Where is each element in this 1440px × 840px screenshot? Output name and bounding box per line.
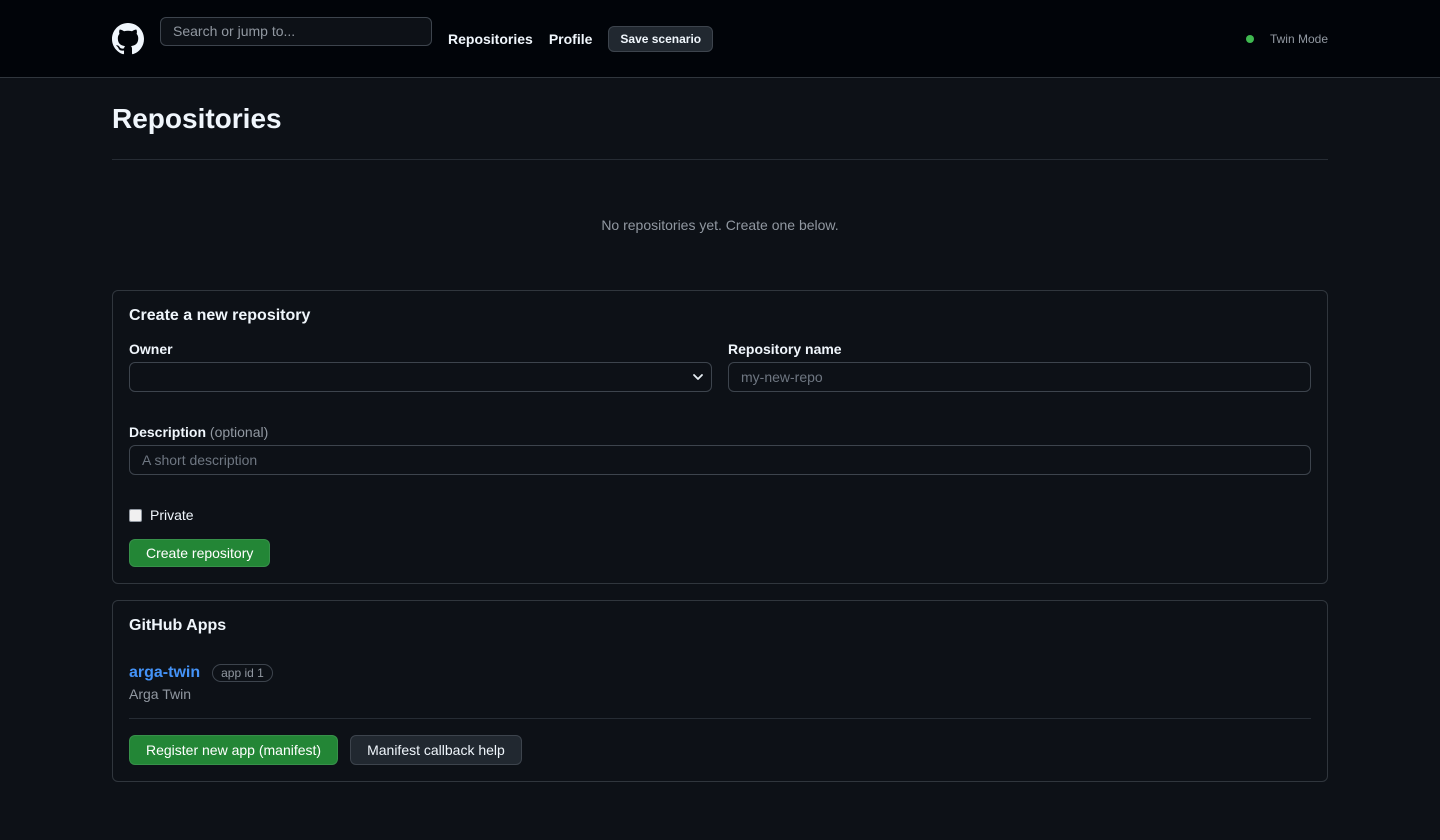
owner-column: Owner — [129, 341, 712, 392]
description-block: Description (optional) — [129, 424, 1311, 475]
github-logo-icon[interactable] — [112, 22, 144, 55]
github-apps-title: GitHub Apps — [129, 617, 227, 634]
apps-actions: Register new app (manifest) Manifest cal… — [129, 735, 1311, 765]
description-input[interactable] — [129, 445, 1311, 475]
twin-mode-indicator: Twin Mode — [1245, 31, 1328, 46]
status-dot-icon — [1245, 34, 1254, 43]
page-title: Repositories — [112, 78, 1328, 160]
owner-name-row: Owner Repository name — [129, 341, 1311, 392]
private-checkbox[interactable] — [129, 508, 142, 522]
create-repo-panel: Create a new repository Owner Repository… — [112, 290, 1328, 584]
owner-label: Owner — [129, 341, 173, 357]
app-name-link[interactable]: arga-twin — [129, 664, 200, 682]
main-content: Repositories No repositories yet. Create… — [112, 78, 1328, 782]
private-label: Private — [150, 507, 194, 523]
description-label: Description (optional) — [129, 424, 1311, 440]
create-repository-button[interactable]: Create repository — [129, 539, 271, 567]
owner-select-wrap — [129, 362, 712, 392]
save-scenario-button[interactable]: Save scenario — [608, 25, 714, 52]
manifest-help-button[interactable]: Manifest callback help — [350, 735, 522, 765]
github-apps-panel: GitHub Apps arga-twin app id 1 Arga Twin… — [112, 600, 1328, 782]
app-id-badge: app id 1 — [212, 664, 273, 682]
repo-name-label: Repository name — [728, 341, 842, 357]
search-input[interactable] — [160, 16, 432, 46]
nav-profile[interactable]: Profile — [549, 31, 593, 47]
divider — [129, 718, 1311, 719]
create-repo-title: Create a new repository — [129, 307, 311, 324]
description-optional: (optional) — [209, 424, 269, 440]
empty-message: No repositories yet. Create one below. — [601, 217, 839, 233]
description-label-text: Description — [129, 424, 207, 440]
app-item: arga-twin app id 1 — [129, 664, 1311, 682]
private-row: Private — [129, 507, 1311, 523]
nav-repositories[interactable]: Repositories — [448, 31, 533, 47]
header-bar: Repositories Profile Save scenario Twin … — [112, 0, 1328, 77]
owner-select[interactable] — [129, 362, 712, 392]
top-header: Repositories Profile Save scenario Twin … — [0, 0, 1440, 78]
repo-name-input[interactable] — [728, 362, 1311, 392]
app-subtitle: Arga Twin — [129, 686, 191, 702]
name-column: Repository name — [728, 341, 1311, 392]
register-app-button[interactable]: Register new app (manifest) — [129, 735, 339, 765]
twin-mode-label: Twin Mode — [1269, 31, 1328, 46]
